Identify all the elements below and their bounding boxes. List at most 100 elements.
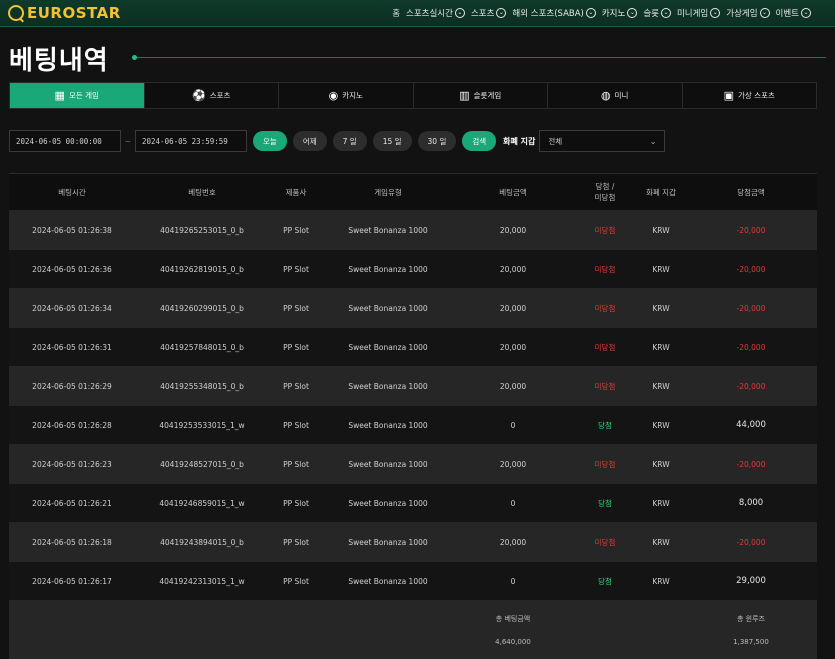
cell-result: 미당첨 bbox=[594, 264, 616, 274]
tab-3[interactable]: ▥ 슬롯게임 bbox=[413, 83, 548, 108]
cell-payout: 44,000 bbox=[736, 420, 766, 430]
cell-vendor: PP Slot bbox=[283, 537, 309, 547]
cell-result: 미당첨 bbox=[594, 342, 616, 352]
bet-total-value: 4,640,000 bbox=[495, 638, 531, 646]
nav-item-label: 홈 bbox=[392, 9, 401, 19]
cell-vendor: PP Slot bbox=[283, 420, 309, 430]
table-row: 2024-06-05 01:26:29 40419255348015_0_b PP … bbox=[9, 366, 817, 405]
cell-bet-time: 2024-06-05 01:26:28 bbox=[32, 420, 112, 430]
table-row: 2024-06-05 01:26:34 40419260299015_0_b PP … bbox=[9, 288, 817, 327]
cell-result: 당첨 bbox=[598, 420, 612, 430]
cell-vendor: PP Slot bbox=[283, 264, 309, 274]
chevron-down-icon: ⌄ bbox=[649, 136, 657, 146]
table-row: 2024-06-05 01:26:28 40419253533015_1_w PP … bbox=[9, 405, 817, 444]
table-row: 2024-06-05 01:26:38 40419265253015_0_b PP … bbox=[9, 210, 817, 249]
cell-currency: KRW bbox=[652, 225, 670, 235]
cell-bet-time: 2024-06-05 01:26:23 bbox=[32, 459, 112, 469]
tab-label: 미니 bbox=[614, 91, 629, 100]
tab-0[interactable]: ▦ 모든 게임 bbox=[10, 83, 145, 108]
nav-item[interactable]: 홈 bbox=[392, 7, 400, 19]
cell-game: Sweet Bonanza 1000 bbox=[348, 381, 428, 391]
currency-wallet-value: 전체 bbox=[548, 136, 563, 146]
tab-label: 모든 게임 bbox=[68, 91, 99, 100]
header-currency: 화폐 지갑 bbox=[646, 187, 676, 197]
yesterday-button[interactable]: 어제 bbox=[292, 131, 327, 151]
cell-payout: 8,000 bbox=[738, 498, 764, 508]
15-days-button[interactable]: 15 일 bbox=[372, 131, 412, 151]
cell-vendor: PP Slot bbox=[283, 576, 309, 586]
title-divider bbox=[132, 57, 826, 58]
currency-wallet-label: 화폐 지갑 bbox=[503, 136, 536, 146]
nav-item[interactable]: 스포츠실시간 ⌄ bbox=[406, 7, 465, 19]
nav-item[interactable]: 카지노 ⌄ bbox=[602, 7, 638, 19]
cell-vendor: PP Slot bbox=[283, 342, 309, 352]
nav-item[interactable]: 해외 스포츠(SABA) ⌄ bbox=[512, 7, 596, 19]
currency-wallet-select[interactable]: 전체 ⌄ bbox=[539, 130, 666, 152]
chevron-down-icon: ⌄ bbox=[759, 8, 770, 18]
cell-currency: KRW bbox=[652, 498, 670, 508]
cell-bet-amount: 0 bbox=[510, 420, 516, 430]
nav-item-label: 해외 스포츠(SABA) bbox=[512, 9, 584, 19]
table-row: 2024-06-05 01:26:18 40419243894015_0_b PP … bbox=[9, 522, 817, 561]
cell-currency: KRW bbox=[652, 342, 670, 352]
cell-bet-id: 40419255348015_0_b bbox=[160, 381, 244, 391]
header-result: 당첨 / 미당첨 bbox=[594, 182, 616, 202]
cell-bet-id: 40419242313015_1_w bbox=[159, 576, 245, 586]
tab-5[interactable]: ▣ 가상 스포츠 bbox=[682, 83, 816, 108]
nav-item-label: 스포츠 bbox=[470, 9, 495, 19]
table-row: 2024-06-05 01:26:31 40419257848015_0_b PP … bbox=[9, 327, 817, 366]
cell-currency: KRW bbox=[652, 459, 670, 469]
cell-bet-id: 40419265253015_0_b bbox=[160, 225, 244, 235]
7-days-button[interactable]: 7 일 bbox=[332, 131, 367, 151]
date-range-separator: ~ bbox=[124, 136, 132, 146]
cell-payout: -20,000 bbox=[736, 225, 766, 235]
tab-label: 카지노 bbox=[342, 91, 363, 100]
tab-label: 슬롯게임 bbox=[473, 91, 502, 100]
cell-result: 미당첨 bbox=[594, 303, 616, 313]
table-summary: 총 베팅금액 4,640,000 총 윈루즈 1,387,500 bbox=[9, 600, 817, 659]
today-button[interactable]: 오늘 bbox=[253, 131, 287, 151]
date-from-input[interactable]: 2024-06-05 00:00:00 bbox=[9, 130, 121, 152]
cell-vendor: PP Slot bbox=[283, 303, 309, 313]
bet-total-label: 총 베팅금액 bbox=[495, 615, 531, 623]
cell-bet-id: 40419248527015_0_b bbox=[160, 459, 244, 469]
cell-currency: KRW bbox=[652, 537, 670, 547]
nav-item[interactable]: 슬롯 ⌄ bbox=[643, 7, 671, 19]
tab-2[interactable]: ◉ 카지노 bbox=[279, 83, 414, 108]
nav-item[interactable]: 이벤트 ⌄ bbox=[776, 7, 811, 19]
top-navigation-bar: EUROSTAR 홈 스포츠실시간 ⌄ 스포츠 ⌄ 해외 스포츠(SABA) ⌄ 카지노 ⌄ 슬롯… bbox=[0, 0, 835, 27]
tab-label: 스포츠 bbox=[209, 91, 231, 100]
nav-item[interactable]: 가상게임 ⌄ bbox=[726, 7, 770, 19]
cell-bet-amount: 20,000 bbox=[499, 342, 527, 352]
logo-mark-icon bbox=[8, 5, 24, 21]
cell-payout: -20,000 bbox=[736, 381, 766, 391]
cell-bet-id: 40419260299015_0_b bbox=[160, 303, 244, 313]
cell-bet-amount: 20,000 bbox=[499, 264, 527, 274]
grid-icon: ▦ bbox=[54, 89, 65, 102]
cell-bet-amount: 20,000 bbox=[499, 303, 527, 313]
cell-result: 미당첨 bbox=[594, 381, 616, 391]
tab-4[interactable]: ◍ 미니 bbox=[548, 83, 683, 108]
bet-total: 총 베팅금액 4,640,000 bbox=[453, 601, 573, 659]
header-bet-amount: 베팅금액 bbox=[499, 187, 527, 197]
brand-logo[interactable]: EUROSTAR bbox=[8, 3, 121, 23]
nav-item[interactable]: 스포츠 ⌄ bbox=[470, 7, 507, 19]
chevron-down-icon: ⌄ bbox=[496, 8, 507, 18]
30-days-button[interactable]: 30 일 bbox=[417, 131, 457, 151]
nav-item-label: 스포츠실시간 bbox=[406, 9, 453, 19]
cell-vendor: PP Slot bbox=[283, 498, 309, 508]
cell-game: Sweet Bonanza 1000 bbox=[348, 225, 428, 235]
date-to-input[interactable]: 2024-06-05 23:59:59 bbox=[135, 130, 247, 152]
header-vendor: 제품사 bbox=[285, 187, 307, 197]
nav-item[interactable]: 미니게임 ⌄ bbox=[677, 7, 721, 19]
page-title: 베팅내역 bbox=[9, 46, 109, 76]
header-game-type: 게임유형 bbox=[374, 187, 402, 197]
cell-payout: 29,000 bbox=[736, 576, 766, 586]
cell-bet-time: 2024-06-05 01:26:31 bbox=[32, 342, 112, 352]
vr-headset-icon: ▣ bbox=[723, 89, 734, 102]
tab-1[interactable]: ⚽ 스포츠 bbox=[144, 83, 279, 108]
cell-payout: -20,000 bbox=[736, 537, 766, 547]
cell-bet-time: 2024-06-05 01:26:17 bbox=[32, 576, 112, 586]
game-category-tabs: ▦ 모든 게임 ⚽ 스포츠 ◉ 카지노 ▥ 슬롯게임 ◍ 미니 ▣ 가상 스포츠 bbox=[9, 82, 817, 109]
search-button[interactable]: 검색 bbox=[462, 131, 497, 151]
